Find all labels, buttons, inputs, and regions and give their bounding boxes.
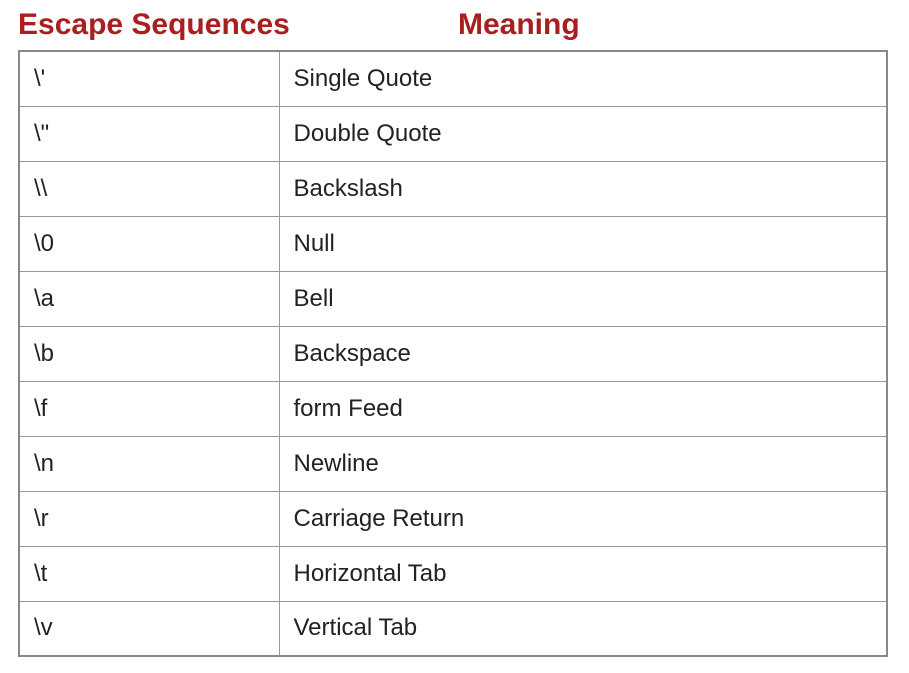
cell-sequence: \0	[19, 216, 279, 271]
cell-meaning: form Feed	[279, 381, 887, 436]
cell-meaning: Carriage Return	[279, 491, 887, 546]
cell-sequence: \r	[19, 491, 279, 546]
table-row: \' Single Quote	[19, 51, 887, 106]
escape-sequences-table: \' Single Quote \" Double Quote \\ Backs…	[18, 50, 888, 657]
cell-meaning: Backspace	[279, 326, 887, 381]
table-row: \" Double Quote	[19, 106, 887, 161]
cell-sequence: \'	[19, 51, 279, 106]
table-headers: Escape Sequences Meaning	[18, 8, 891, 42]
table-row: \r Carriage Return	[19, 491, 887, 546]
header-meaning: Meaning	[458, 8, 580, 42]
cell-meaning: Single Quote	[279, 51, 887, 106]
table-row: \f form Feed	[19, 381, 887, 436]
cell-sequence: \a	[19, 271, 279, 326]
header-escape-sequences: Escape Sequences	[18, 8, 458, 42]
cell-meaning: Bell	[279, 271, 887, 326]
cell-sequence: \\	[19, 161, 279, 216]
cell-meaning: Null	[279, 216, 887, 271]
cell-meaning: Backslash	[279, 161, 887, 216]
cell-sequence: \b	[19, 326, 279, 381]
cell-sequence: \"	[19, 106, 279, 161]
cell-sequence: \f	[19, 381, 279, 436]
table-row: \a Bell	[19, 271, 887, 326]
table-row: \n Newline	[19, 436, 887, 491]
cell-meaning: Double Quote	[279, 106, 887, 161]
cell-meaning: Horizontal Tab	[279, 546, 887, 601]
table-row: \\ Backslash	[19, 161, 887, 216]
table-row: \v Vertical Tab	[19, 601, 887, 656]
cell-sequence: \n	[19, 436, 279, 491]
table-row: \t Horizontal Tab	[19, 546, 887, 601]
cell-meaning: Newline	[279, 436, 887, 491]
table-row: \b Backspace	[19, 326, 887, 381]
cell-sequence: \t	[19, 546, 279, 601]
table-row: \0 Null	[19, 216, 887, 271]
cell-meaning: Vertical Tab	[279, 601, 887, 656]
cell-sequence: \v	[19, 601, 279, 656]
